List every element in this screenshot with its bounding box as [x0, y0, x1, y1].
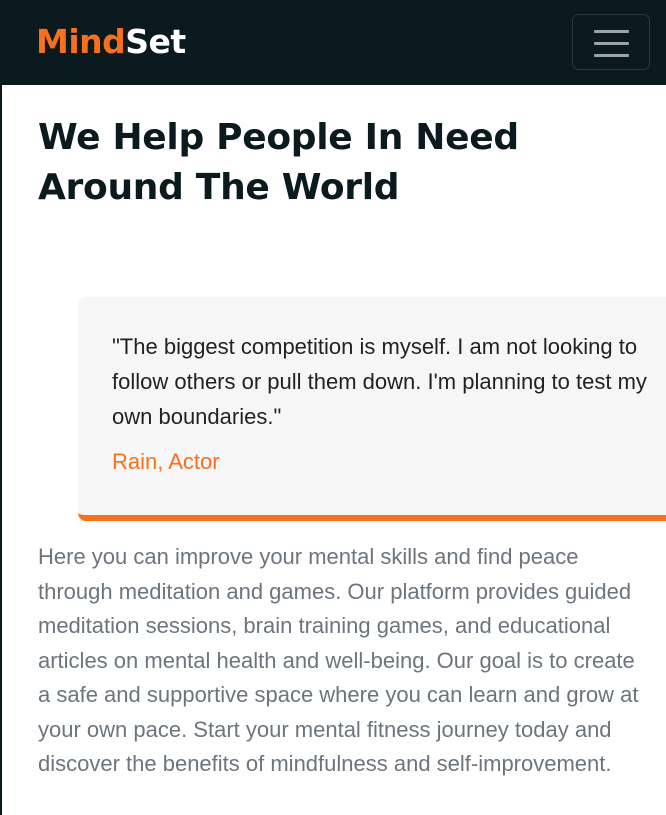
quote-author: Rain, Actor — [112, 449, 220, 474]
quote-card: "The biggest competition is myself. I am… — [78, 297, 666, 521]
navbar-toggle-button[interactable] — [572, 14, 650, 70]
description-paragraph: Here you can improve your mental skills … — [38, 544, 639, 776]
brand-name-part1: Mind — [36, 22, 126, 61]
brand-logo[interactable]: MindSet — [36, 20, 186, 64]
brand-name-part2: Set — [125, 22, 186, 61]
quote-text: "The biggest competition is myself. I am… — [112, 334, 647, 429]
page-title: We Help People In Need Around The World — [38, 117, 519, 208]
navbar: MindSet — [0, 0, 666, 85]
main-content: We Help People In Need Around The World … — [0, 85, 666, 815]
